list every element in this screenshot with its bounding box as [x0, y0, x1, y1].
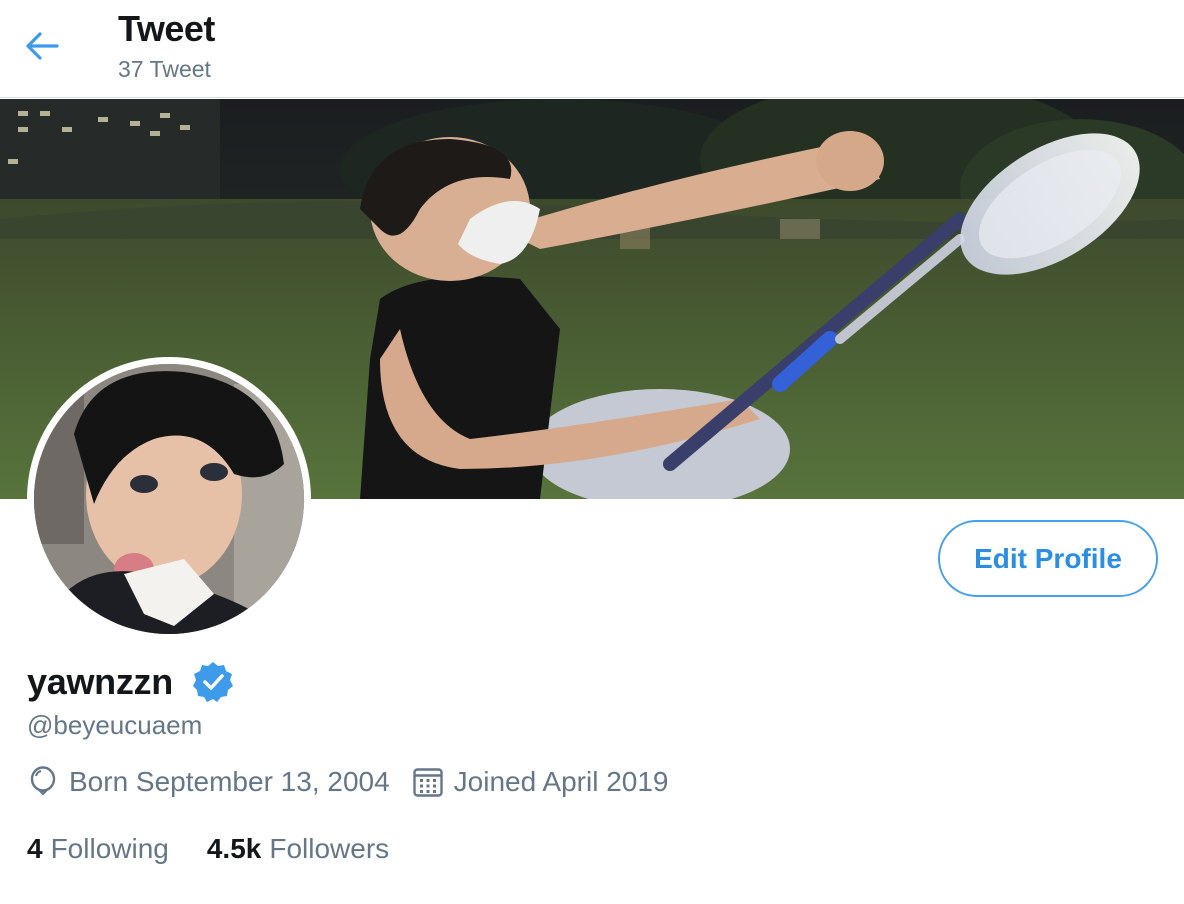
- following-label: Following: [50, 833, 169, 864]
- profile-meta: Born September 13, 2004 Joined April 201…: [27, 766, 669, 798]
- birthday-text: Born September 13, 2004: [69, 766, 390, 797]
- following-link[interactable]: 4 Following: [27, 833, 169, 865]
- back-button[interactable]: [18, 26, 66, 66]
- calendar-icon: [412, 766, 444, 798]
- page-title: Tweet: [118, 8, 215, 49]
- avatar-image: [34, 364, 304, 634]
- arrow-left-icon: [26, 32, 59, 60]
- user-handle: @beyeucuaem: [27, 710, 203, 740]
- followers-label: Followers: [269, 833, 390, 864]
- name-row: yawnzzn: [27, 660, 235, 704]
- avatar[interactable]: [27, 357, 311, 641]
- tweet-count: 37 Tweet: [118, 56, 211, 82]
- joined-text: Joined April 2019: [453, 766, 669, 797]
- follow-stats: 4 Following 4.5k Followers: [27, 833, 389, 865]
- verified-badge-icon: [191, 660, 235, 704]
- following-count: 4: [27, 833, 43, 864]
- profile-header: Tweet 37 Tweet: [0, 0, 1184, 98]
- followers-count: 4.5k: [206, 833, 262, 864]
- followers-link[interactable]: 4.5k Followers: [207, 833, 389, 865]
- birthday-info: Born September 13, 2004: [27, 766, 390, 798]
- display-name: yawnzzn: [27, 661, 173, 702]
- joined-info: Joined April 2019: [412, 766, 669, 798]
- balloon-icon: [27, 766, 59, 798]
- edit-profile-button[interactable]: Edit Profile: [938, 520, 1158, 597]
